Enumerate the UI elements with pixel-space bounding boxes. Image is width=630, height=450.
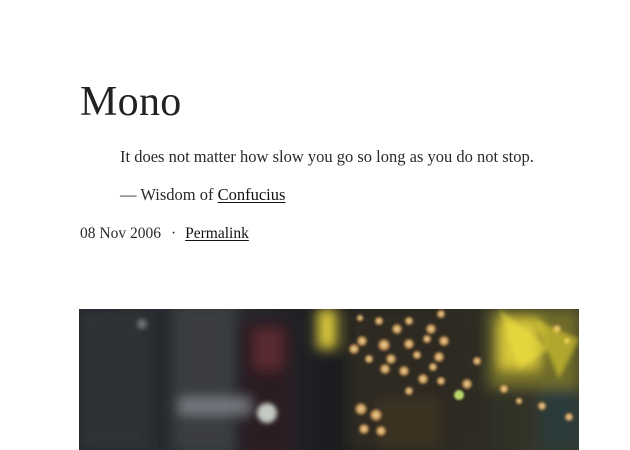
- quote-attribution: — Wisdom of Confucius: [120, 184, 590, 206]
- post-meta: 08 Nov 2006 · Permalink: [80, 223, 249, 245]
- bokeh-city-night-photo: [79, 309, 579, 450]
- post-date: 08 Nov 2006: [80, 225, 161, 242]
- author-link[interactable]: Confucius: [218, 185, 286, 204]
- post-title: Mono: [80, 79, 182, 125]
- post-photo: [79, 309, 579, 450]
- meta-separator: ·: [170, 225, 177, 242]
- permalink-link[interactable]: Permalink: [185, 225, 249, 242]
- attribution-prefix: — Wisdom of: [120, 185, 218, 204]
- quote-text: It does not matter how slow you go so lo…: [120, 147, 534, 166]
- quote-block: It does not matter how slow you go so lo…: [120, 146, 590, 206]
